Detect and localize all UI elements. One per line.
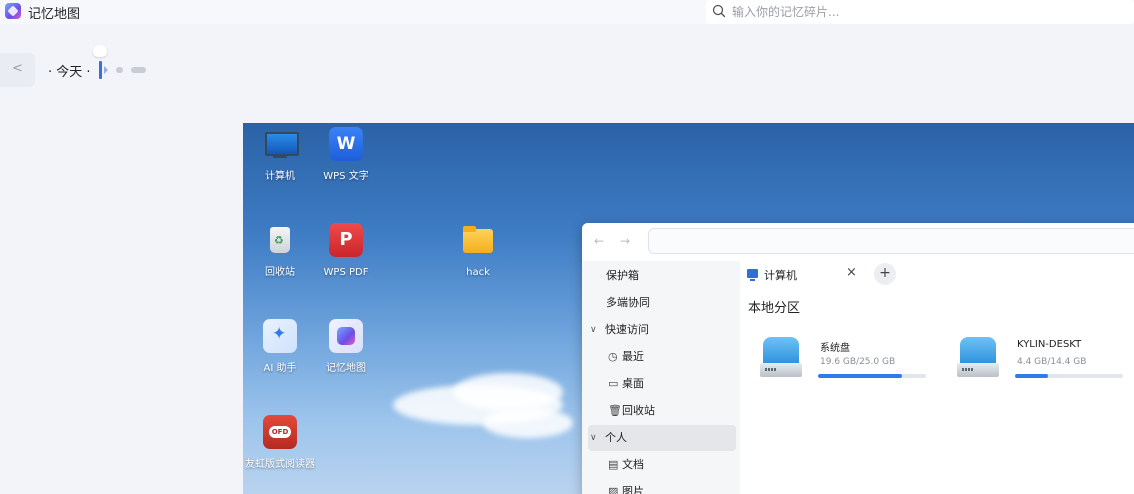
sidebar-item-label: 多端协同 [606, 296, 650, 309]
desktop-icon-memory-map[interactable]: 记忆地图 [311, 319, 381, 375]
timeline-cursor[interactable] [99, 61, 102, 79]
timeline-today-label[interactable]: · 今天 · [48, 61, 91, 80]
computer-icon [747, 269, 758, 281]
search-input[interactable] [732, 2, 1122, 22]
app-logo-icon [5, 3, 21, 19]
search-box[interactable] [706, 0, 1134, 24]
disk-kylin[interactable]: KYLIN-DESKT 4.4 GB/14.4 GB [957, 335, 1127, 385]
chevron-left-icon: < [12, 61, 23, 76]
cloud [453, 373, 563, 411]
section-title: 本地分区 [748, 301, 801, 316]
sidebar-item-label: 保护箱 [606, 269, 639, 282]
file-manager-window[interactable]: ← → 保护箱 多端协同 ∨ 快速访问 ◷ 最近 ▭ 桌面 🗑 回收站 ∨ 个人… [582, 223, 1134, 494]
sidebar-item-desktop[interactable]: ▭ 桌面 [588, 371, 736, 397]
tab-label: 计算机 [764, 269, 797, 282]
chevron-down-icon: ∨ [590, 433, 597, 443]
sidebar-item-recent[interactable]: ◷ 最近 [588, 344, 736, 370]
search-icon [712, 4, 726, 18]
clock-icon: ◷ [608, 350, 618, 363]
image-icon: ▨ [608, 485, 619, 494]
desktop-icon-label: 计算机 [265, 171, 295, 182]
computer-icon [263, 127, 299, 161]
timeline-dot[interactable] [116, 67, 123, 73]
desktop-icon-hack-folder[interactable]: hack [443, 223, 513, 279]
close-icon[interactable]: × [846, 265, 857, 280]
timeline-handle-knob[interactable] [93, 45, 107, 57]
desktop-snapshot[interactable]: 计算机 W WPS 文字 回收站 P WPS PDF hack AI 助手 记忆… [243, 123, 1134, 494]
memory-map-icon [329, 319, 363, 353]
document-icon: ▤ [608, 458, 619, 471]
forward-arrow-icon[interactable]: → [620, 234, 630, 248]
disk-system[interactable]: 系统盘 19.6 GB/25.0 GB [760, 335, 930, 385]
desktop-icon-ofd-reader[interactable]: 友虹版式阅读器 [245, 415, 315, 471]
chevron-down-icon: ∨ [590, 325, 597, 335]
sidebar-item-label: 个人 [605, 431, 627, 444]
disk-usage-fill [818, 374, 903, 378]
desktop-icon-label: WPS PDF [323, 267, 369, 278]
disk-size: 4.4 GB/14.4 GB [1017, 357, 1087, 367]
wps-writer-icon: W [329, 127, 363, 161]
desktop-icon-label: hack [466, 267, 490, 278]
folder-icon [461, 223, 495, 257]
timeline-dash[interactable] [131, 67, 146, 73]
title-bar: 记忆地图 [0, 0, 1134, 24]
sidebar-item-multi-device[interactable]: 多端协同 [588, 290, 736, 316]
back-button[interactable]: < [0, 53, 35, 87]
trash-icon: 🗑 [608, 404, 622, 417]
sidebar-item-label: 回收站 [622, 404, 655, 417]
desktop-icon-computer[interactable]: 计算机 [245, 127, 315, 183]
ai-assistant-icon [263, 319, 297, 353]
address-bar[interactable] [648, 228, 1134, 254]
sidebar-item-label: 图片 [622, 485, 644, 494]
desktop-icon-label: 记忆地图 [326, 363, 366, 374]
play-arrow-icon[interactable] [104, 66, 108, 74]
sidebar-item-pictures[interactable]: ▨ 图片 [588, 479, 736, 494]
file-manager-sidebar: 保护箱 多端协同 ∨ 快速访问 ◷ 最近 ▭ 桌面 🗑 回收站 ∨ 个人 ▤ 文… [582, 261, 740, 494]
back-arrow-icon[interactable]: ← [594, 234, 604, 248]
sidebar-item-label: 最近 [622, 350, 644, 363]
sidebar-section-quick-access[interactable]: ∨ 快速访问 [588, 317, 736, 343]
disk-name: KYLIN-DESKT [1017, 339, 1082, 350]
sidebar-item-label: 快速访问 [605, 323, 649, 336]
hard-drive-icon [760, 335, 802, 379]
desktop-icon-label: AI 助手 [263, 363, 297, 374]
disk-size: 19.6 GB/25.0 GB [820, 357, 896, 367]
app-title: 记忆地图 [28, 7, 81, 22]
hard-drive-icon [957, 335, 999, 379]
wps-pdf-icon: P [329, 223, 363, 257]
desktop-icon-label: 回收站 [265, 267, 295, 278]
desktop-icon-label: 友虹版式阅读器 [245, 459, 315, 470]
sidebar-item-label: 文档 [622, 458, 644, 471]
sidebar-item-label: 桌面 [622, 377, 644, 390]
sidebar-item-vault[interactable]: 保护箱 [588, 263, 736, 289]
monitor-icon: ▭ [608, 377, 619, 390]
disk-usage-bar [818, 374, 926, 378]
file-manager-toolbar: ← → [582, 223, 1134, 261]
add-tab-button[interactable]: + [874, 263, 896, 285]
sidebar-section-personal[interactable]: ∨ 个人 [588, 425, 736, 451]
disk-usage-fill [1015, 374, 1049, 378]
tab-computer[interactable]: 计算机 × [740, 261, 870, 289]
desktop-icon-label: WPS 文字 [323, 171, 369, 182]
file-manager-content: 计算机 × + 本地分区 系统盘 19.6 GB/25.0 GB KYLIN-D… [740, 261, 1134, 494]
sidebar-item-trash[interactable]: 🗑 回收站 [588, 398, 736, 424]
disk-usage-bar [1015, 374, 1123, 378]
desktop-icon-ai-assistant[interactable]: AI 助手 [245, 319, 315, 375]
desktop-icon-wps-pdf[interactable]: P WPS PDF [311, 223, 381, 279]
sidebar-item-documents[interactable]: ▤ 文档 [588, 452, 736, 478]
ofd-reader-icon [263, 415, 297, 449]
trash-icon [263, 223, 297, 257]
desktop-icon-wps-writer[interactable]: W WPS 文字 [311, 127, 381, 183]
desktop-icon-trash[interactable]: 回收站 [245, 223, 315, 279]
cloud [483, 408, 573, 438]
disk-name: 系统盘 [820, 343, 850, 354]
